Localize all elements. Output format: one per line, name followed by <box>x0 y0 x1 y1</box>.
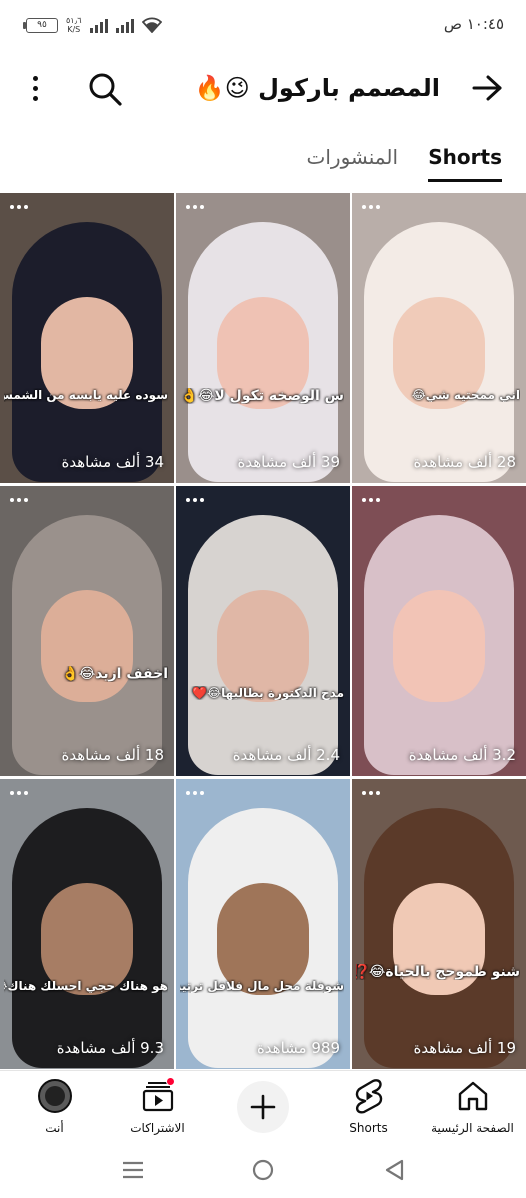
signal-2-icon <box>115 17 134 33</box>
view-count: 9.3 ألف مشاهدة <box>56 1039 164 1057</box>
search-icon[interactable] <box>86 70 124 108</box>
short-caption: شنو طموحج بالحياة😂⁉️ <box>356 964 520 980</box>
signal-icon <box>89 17 108 33</box>
more-vert-icon[interactable] <box>18 70 52 106</box>
short-thumbnail[interactable]: شوفلة محل مال فلافل ترتيبات😂👌 989 مشاهدة <box>176 779 350 1069</box>
nav-you-label: أنت <box>45 1121 64 1135</box>
view-count: 3.2 ألف مشاهدة <box>408 746 516 764</box>
short-thumbnail[interactable]: شنو طموحج بالحياة😂⁉️ 19 ألف مشاهدة <box>352 779 526 1069</box>
short-thumbnail[interactable]: اني ممحتيه شي😂 28 ألف مشاهدة <box>352 193 526 483</box>
status-bar: ٩٥ ٥١٫٦ K/S ١٠:٤٥ ص <box>0 0 526 50</box>
home-icon <box>454 1077 492 1115</box>
create-button[interactable] <box>237 1081 289 1133</box>
short-caption: مدح الدكتورة بطالبها😂❤️ <box>192 686 344 700</box>
nav-shorts[interactable]: Shorts <box>316 1077 421 1143</box>
thumbnail-face <box>393 590 485 703</box>
battery-level: ٩٥ <box>37 20 47 30</box>
recent-apps-icon[interactable] <box>120 1158 146 1182</box>
more-horiz-icon[interactable] <box>186 205 204 209</box>
tab-shorts[interactable]: Shorts <box>428 140 502 182</box>
short-thumbnail[interactable]: هو هناك حجي احسلك هناك😂👌 9.3 ألف مشاهدة <box>0 779 174 1069</box>
more-horiz-icon[interactable] <box>362 498 380 502</box>
short-thumbnail[interactable]: اخفف ازيد😂👌 18 ألف مشاهدة <box>0 486 174 776</box>
notification-dot <box>165 1077 175 1086</box>
view-count: 18 ألف مشاهدة <box>61 746 164 764</box>
nav-home[interactable]: الصفحة الرئيسية <box>420 1077 525 1143</box>
short-caption: اخفف ازيد😂👌 <box>61 666 168 682</box>
shorts-icon <box>350 1077 388 1115</box>
network-speed: ٥١٫٦ K/S <box>66 16 82 34</box>
status-icons: ٩٥ ٥١٫٦ K/S <box>23 16 162 34</box>
system-nav <box>0 1144 526 1198</box>
wifi-icon <box>141 17 162 33</box>
home-circle-icon[interactable] <box>250 1158 276 1182</box>
short-thumbnail[interactable]: مدح الدكتورة بطالبها😂❤️ 2.4 ألف مشاهدة <box>176 486 350 776</box>
more-horiz-icon[interactable] <box>362 205 380 209</box>
view-count: 19 ألف مشاهدة <box>413 1039 516 1057</box>
bottom-nav: أنت الاشتراكات Shorts الصفحة الرئيسية <box>0 1070 526 1144</box>
channel-header: المصمم باركول 😉🔥 <box>0 56 526 120</box>
channel-title: المصمم باركول 😉🔥 <box>194 74 440 102</box>
channel-tabs: Shorts المنشورات <box>0 130 526 192</box>
short-caption: س الوصخه تكول لا😂👌 <box>180 388 344 404</box>
short-caption: اني ممحتيه شي😂 <box>411 388 520 402</box>
network-speed-unit: K/S <box>67 25 81 34</box>
more-horiz-icon[interactable] <box>10 791 28 795</box>
short-thumbnail[interactable]: س الوصخه تكول لا😂👌 39 ألف مشاهدة <box>176 193 350 483</box>
more-horiz-icon[interactable] <box>10 205 28 209</box>
nav-you[interactable]: أنت <box>2 1077 107 1143</box>
nav-home-label: الصفحة الرئيسية <box>431 1121 514 1135</box>
shorts-grid: سوده عليه يابسه من الشمس😂👌34 ألف مشاهدةس… <box>0 193 526 1069</box>
view-count: 989 مشاهدة <box>256 1039 340 1057</box>
nav-shorts-label: Shorts <box>349 1121 388 1135</box>
nav-subscriptions-label: الاشتراكات <box>130 1121 185 1135</box>
short-caption: سوده عليه يابسه من الشمس😂👌 <box>4 388 168 402</box>
more-horiz-icon[interactable] <box>186 791 204 795</box>
view-count: 2.4 ألف مشاهدة <box>232 746 340 764</box>
battery-icon: ٩٥ <box>23 17 58 33</box>
clock: ١٠:٤٥ ص <box>443 15 504 33</box>
nav-subscriptions[interactable]: الاشتراكات <box>105 1077 210 1143</box>
more-horiz-icon[interactable] <box>362 791 380 795</box>
more-horiz-icon[interactable] <box>10 498 28 502</box>
tab-posts[interactable]: المنشورات <box>307 140 398 182</box>
avatar <box>37 1079 72 1113</box>
subscriptions-icon <box>139 1077 177 1115</box>
network-speed-value: ٥١٫٦ <box>66 16 82 25</box>
short-caption: شوفلة محل مال فلافل ترتيبات😂👌 <box>180 979 344 993</box>
plus-icon <box>250 1094 276 1120</box>
view-count: 39 ألف مشاهدة <box>237 453 340 471</box>
view-count: 28 ألف مشاهدة <box>413 453 516 471</box>
back-triangle-icon[interactable] <box>382 1158 408 1182</box>
more-horiz-icon[interactable] <box>186 498 204 502</box>
short-caption: هو هناك حجي احسلك هناك😂👌 <box>4 979 168 993</box>
thumbnail-face <box>41 590 133 703</box>
view-count: 34 ألف مشاهدة <box>61 453 164 471</box>
short-thumbnail[interactable]: سوده عليه يابسه من الشمس😂👌 34 ألف مشاهدة <box>0 193 174 483</box>
arrow-back-icon[interactable] <box>470 72 504 104</box>
short-thumbnail[interactable]: 3.2 ألف مشاهدة <box>352 486 526 776</box>
